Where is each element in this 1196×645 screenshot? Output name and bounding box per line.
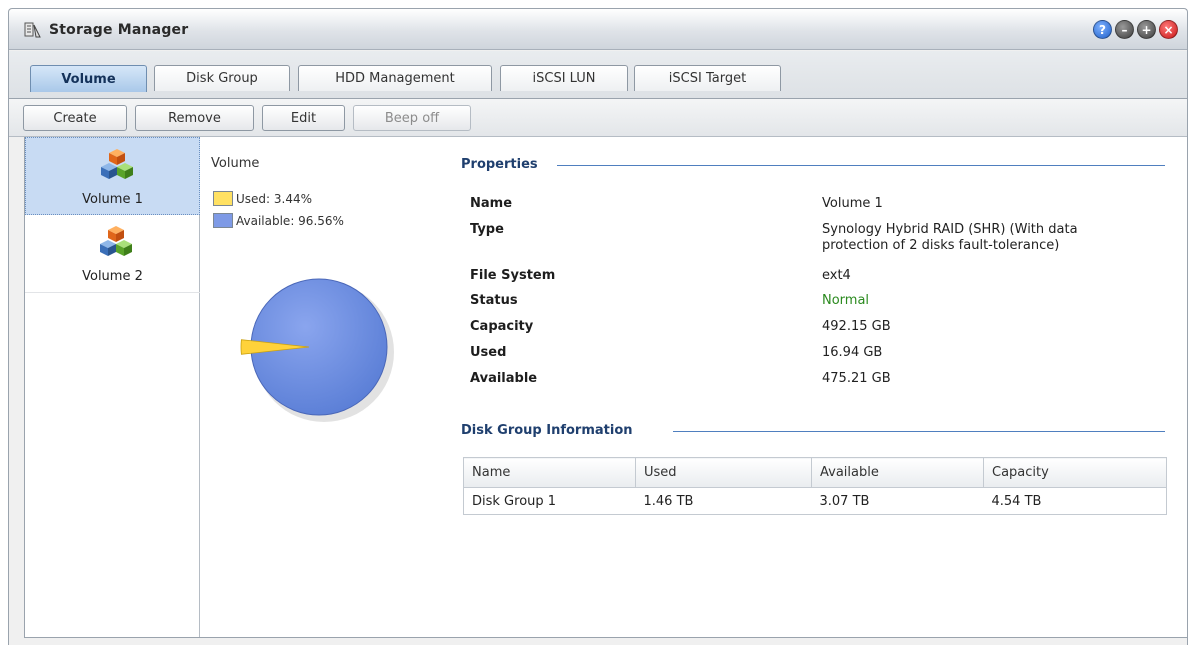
legend-used: Used: 3.44% [213,191,312,206]
prop-capacity-value: 492.15 GB [822,319,891,334]
volume-list-item-label: Volume 1 [82,192,143,207]
column-header-capacity[interactable]: Capacity [983,457,1167,488]
column-header-used[interactable]: Used [635,457,812,488]
volume-list-item-2[interactable]: Volume 2 [25,215,200,293]
title-bar[interactable]: Storage Manager ? – + × [9,9,1187,50]
minimize-button[interactable]: – [1115,20,1134,39]
usage-title: Volume [211,156,260,171]
legend-available-label: Available: 96.56% [236,213,344,228]
properties-divider [557,165,1165,166]
tab-volume[interactable]: Volume [30,65,147,92]
prop-used-key: Used [470,345,507,360]
legend-available-swatch [213,213,233,228]
tab-iscsi-target[interactable]: iSCSI Target [634,65,781,91]
prop-status-key: Status [470,293,518,308]
remove-button[interactable]: Remove [135,105,254,131]
storage-manager-app-icon [24,22,41,38]
edit-button[interactable]: Edit [262,105,345,131]
volume-list-item-label: Volume 2 [82,269,143,284]
window-title: Storage Manager [49,22,189,38]
tab-bar: Volume Disk Group HDD Management iSCSI L… [9,51,1187,99]
cell-name: Disk Group 1 [463,487,636,515]
prop-name-key: Name [470,196,513,211]
column-header-name[interactable]: Name [463,457,636,488]
beep-off-button[interactable]: Beep off [353,105,471,131]
prop-available-value: 475.21 GB [822,371,891,386]
volume-cubes-icon [101,149,133,179]
volume-cubes-icon [100,226,132,256]
prop-type-key: Type [470,222,504,237]
maximize-button[interactable]: + [1137,20,1156,39]
table-header-row: Name Used Available Capacity [463,457,1167,488]
close-button[interactable]: × [1159,20,1178,39]
usage-pie-chart [240,278,394,422]
disk-group-heading: Disk Group Information [461,423,633,438]
prop-filesystem-key: File System [470,268,556,283]
legend-used-label: Used: 3.44% [236,191,313,206]
properties-heading: Properties [461,157,538,172]
prop-type-value-line2: protection of 2 disks fault-tolerance) [822,238,1060,253]
legend-used-swatch [213,191,233,206]
disk-group-table: Name Used Available Capacity Disk Group … [463,457,1167,515]
properties-pane: Properties Name Volume 1 Type Synology H… [441,137,1187,637]
cell-capacity: 4.54 TB [983,487,1167,515]
cell-available: 3.07 TB [811,487,984,515]
column-header-available[interactable]: Available [811,457,984,488]
create-button[interactable]: Create [23,105,127,131]
prop-available-key: Available [470,371,538,386]
prop-name-value: Volume 1 [822,196,883,211]
tab-iscsi-lun[interactable]: iSCSI LUN [500,65,628,91]
content-area: Volume 1 Volume 2 Volume Used: 3.44% Ava… [24,137,1187,638]
table-row[interactable]: Disk Group 1 1.46 TB 3.07 TB 4.54 TB [463,487,1167,515]
window-controls: ? – + × [1093,20,1178,39]
prop-filesystem-value: ext4 [822,268,851,283]
tab-disk-group[interactable]: Disk Group [154,65,290,91]
prop-capacity-key: Capacity [470,319,534,334]
cell-used: 1.46 TB [635,487,812,515]
volume-usage-pane: Volume Used: 3.44% Available: 96.56% [201,137,441,637]
toolbar: Create Remove Edit Beep off [9,99,1187,137]
storage-manager-window: Storage Manager ? – + × Volume Disk Grou… [8,8,1188,645]
prop-status-value: Normal [822,293,870,308]
volume-list-item-1[interactable]: Volume 1 [25,137,200,215]
prop-used-value: 16.94 GB [822,345,883,360]
legend-available: Available: 96.56% [213,213,344,228]
prop-type-value: Synology Hybrid RAID (SHR) (With data [822,222,1078,237]
tab-hdd-management[interactable]: HDD Management [298,65,492,91]
disk-group-divider [673,431,1165,432]
volume-list: Volume 1 Volume 2 [25,137,200,637]
help-button[interactable]: ? [1093,20,1112,39]
